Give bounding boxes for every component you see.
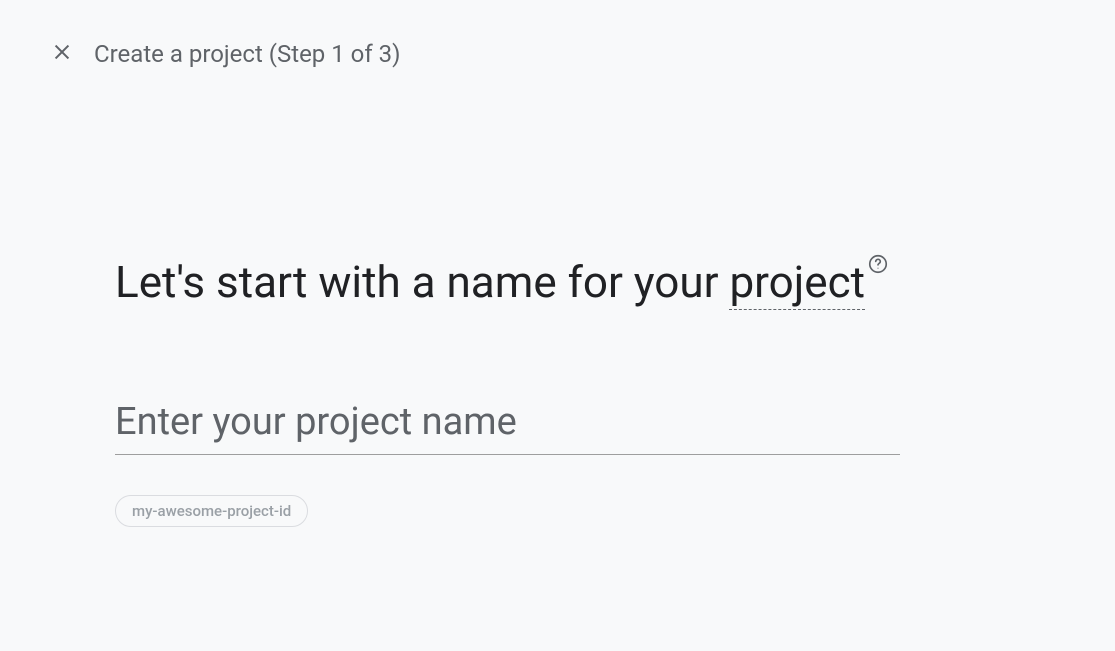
help-icon[interactable] bbox=[867, 253, 889, 275]
heading-decorated-term[interactable]: project bbox=[729, 256, 865, 310]
project-name-field-container bbox=[115, 396, 900, 455]
close-icon bbox=[51, 41, 73, 67]
project-id-chip[interactable]: my-awesome-project-id bbox=[115, 495, 308, 527]
project-name-input[interactable] bbox=[115, 396, 900, 455]
close-button[interactable] bbox=[50, 42, 74, 66]
dialog-header: Create a project (Step 1 of 3) bbox=[0, 0, 1115, 68]
dialog-title: Create a project (Step 1 of 3) bbox=[94, 40, 401, 68]
heading-text-prefix: Let's start with a name for your bbox=[115, 256, 729, 308]
main-heading: Let's start with a name for your project bbox=[115, 248, 900, 316]
dialog-content: Let's start with a name for your project… bbox=[0, 68, 900, 527]
